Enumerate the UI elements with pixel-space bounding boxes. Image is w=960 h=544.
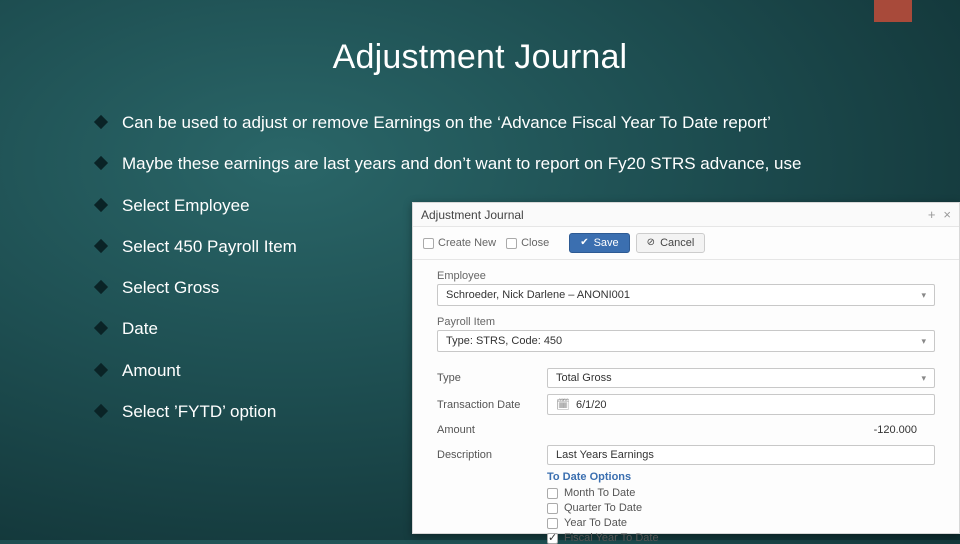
bullet-text: Maybe these earnings are last years and … — [122, 153, 856, 174]
field-value: -120.000 — [874, 424, 917, 436]
accent-bar — [874, 0, 912, 22]
employee-label: Employee — [437, 270, 935, 282]
to-date-options: To Date Options Month To Date Quarter To… — [547, 471, 959, 544]
bullet-icon — [94, 239, 108, 253]
field-value: Last Years Earnings — [556, 449, 654, 461]
description-field[interactable]: Last Years Earnings — [547, 445, 935, 465]
list-item: Maybe these earnings are last years and … — [96, 153, 856, 174]
transaction-date-label: Transaction Date — [437, 399, 547, 411]
chevron-down-icon: ▾ — [921, 336, 926, 347]
bullet-text: Select Gross — [122, 277, 402, 298]
bullet-text: Select Employee — [122, 195, 402, 216]
to-date-option-month[interactable]: Month To Date — [547, 487, 959, 499]
bullet-icon — [94, 156, 108, 170]
adjustment-journal-form: Adjustment Journal + × Create New Close … — [412, 202, 960, 534]
bullet-text: Amount — [122, 360, 402, 381]
list-item: Can be used to adjust or remove Earnings… — [96, 112, 856, 133]
close-icon[interactable]: × — [943, 207, 951, 222]
bullet-icon — [94, 197, 108, 211]
add-icon[interactable]: + — [928, 207, 936, 222]
payroll-item-label: Payroll Item — [437, 316, 935, 328]
type-select[interactable]: Total Gross ▾ — [547, 368, 935, 388]
bullet-text: Select ’FYTD’ option — [122, 401, 402, 422]
checkbox-label: Close — [521, 237, 549, 249]
create-new-checkbox[interactable]: Create New — [423, 237, 496, 249]
bullet-text: Select 450 Payroll Item — [122, 236, 402, 257]
form-toolbar: Create New Close ✔ Save ⊘ Cancel — [413, 227, 959, 260]
checkbox-icon — [547, 503, 558, 514]
slide-title: Adjustment Journal — [0, 38, 960, 77]
check-icon: ✔ — [580, 238, 588, 248]
chevron-down-icon: ▾ — [921, 373, 926, 384]
select-value: Schroeder, Nick Darlene – ANONI001 — [446, 289, 630, 301]
calendar-icon: 🗓 — [556, 398, 570, 411]
to-date-option-quarter[interactable]: Quarter To Date — [547, 502, 959, 514]
to-date-option-fiscal-year[interactable]: Fiscal Year To Date — [547, 532, 959, 544]
option-label: Fiscal Year To Date — [564, 532, 659, 544]
bullet-icon — [94, 115, 108, 129]
checkbox-icon — [547, 518, 558, 529]
checkbox-icon — [423, 238, 434, 249]
form-title: Adjustment Journal — [421, 208, 920, 222]
description-label: Description — [437, 449, 547, 461]
button-label: Cancel — [660, 237, 694, 249]
checkbox-icon — [506, 238, 517, 249]
checkbox-label: Create New — [438, 237, 496, 249]
employee-select[interactable]: Schroeder, Nick Darlene – ANONI001 ▾ — [437, 284, 935, 306]
save-button[interactable]: ✔ Save — [569, 233, 629, 253]
checkbox-icon — [547, 488, 558, 499]
form-header: Adjustment Journal + × — [413, 203, 959, 227]
amount-label: Amount — [437, 424, 547, 436]
checkbox-icon — [547, 533, 558, 544]
to-date-option-year[interactable]: Year To Date — [547, 517, 959, 529]
option-label: Quarter To Date — [564, 502, 642, 514]
employee-section: Employee Schroeder, Nick Darlene – ANONI… — [413, 260, 959, 352]
chevron-down-icon: ▾ — [921, 290, 926, 301]
cancel-icon: ⊘ — [647, 238, 655, 248]
bullet-icon — [94, 404, 108, 418]
transaction-date-field[interactable]: 🗓 6/1/20 — [547, 394, 935, 415]
field-value: Total Gross — [556, 372, 612, 384]
type-label: Type — [437, 372, 547, 384]
select-value: Type: STRS, Code: 450 — [446, 335, 562, 347]
cancel-button[interactable]: ⊘ Cancel — [636, 233, 706, 253]
option-label: Month To Date — [564, 487, 635, 499]
payroll-item-select[interactable]: Type: STRS, Code: 450 ▾ — [437, 330, 935, 352]
button-label: Save — [594, 237, 619, 249]
bullet-icon — [94, 321, 108, 335]
option-label: Year To Date — [564, 517, 627, 529]
bullet-text: Date — [122, 318, 402, 339]
close-checkbox[interactable]: Close — [506, 237, 549, 249]
bullet-text: Can be used to adjust or remove Earnings… — [122, 112, 856, 133]
to-date-header: To Date Options — [547, 471, 959, 483]
bullet-icon — [94, 362, 108, 376]
field-value: 6/1/20 — [576, 399, 607, 411]
bullet-icon — [94, 280, 108, 294]
form-grid: Type Total Gross ▾ Transaction Date 🗓 6/1/… — [413, 362, 959, 465]
amount-field[interactable]: -120.000 — [547, 421, 935, 439]
